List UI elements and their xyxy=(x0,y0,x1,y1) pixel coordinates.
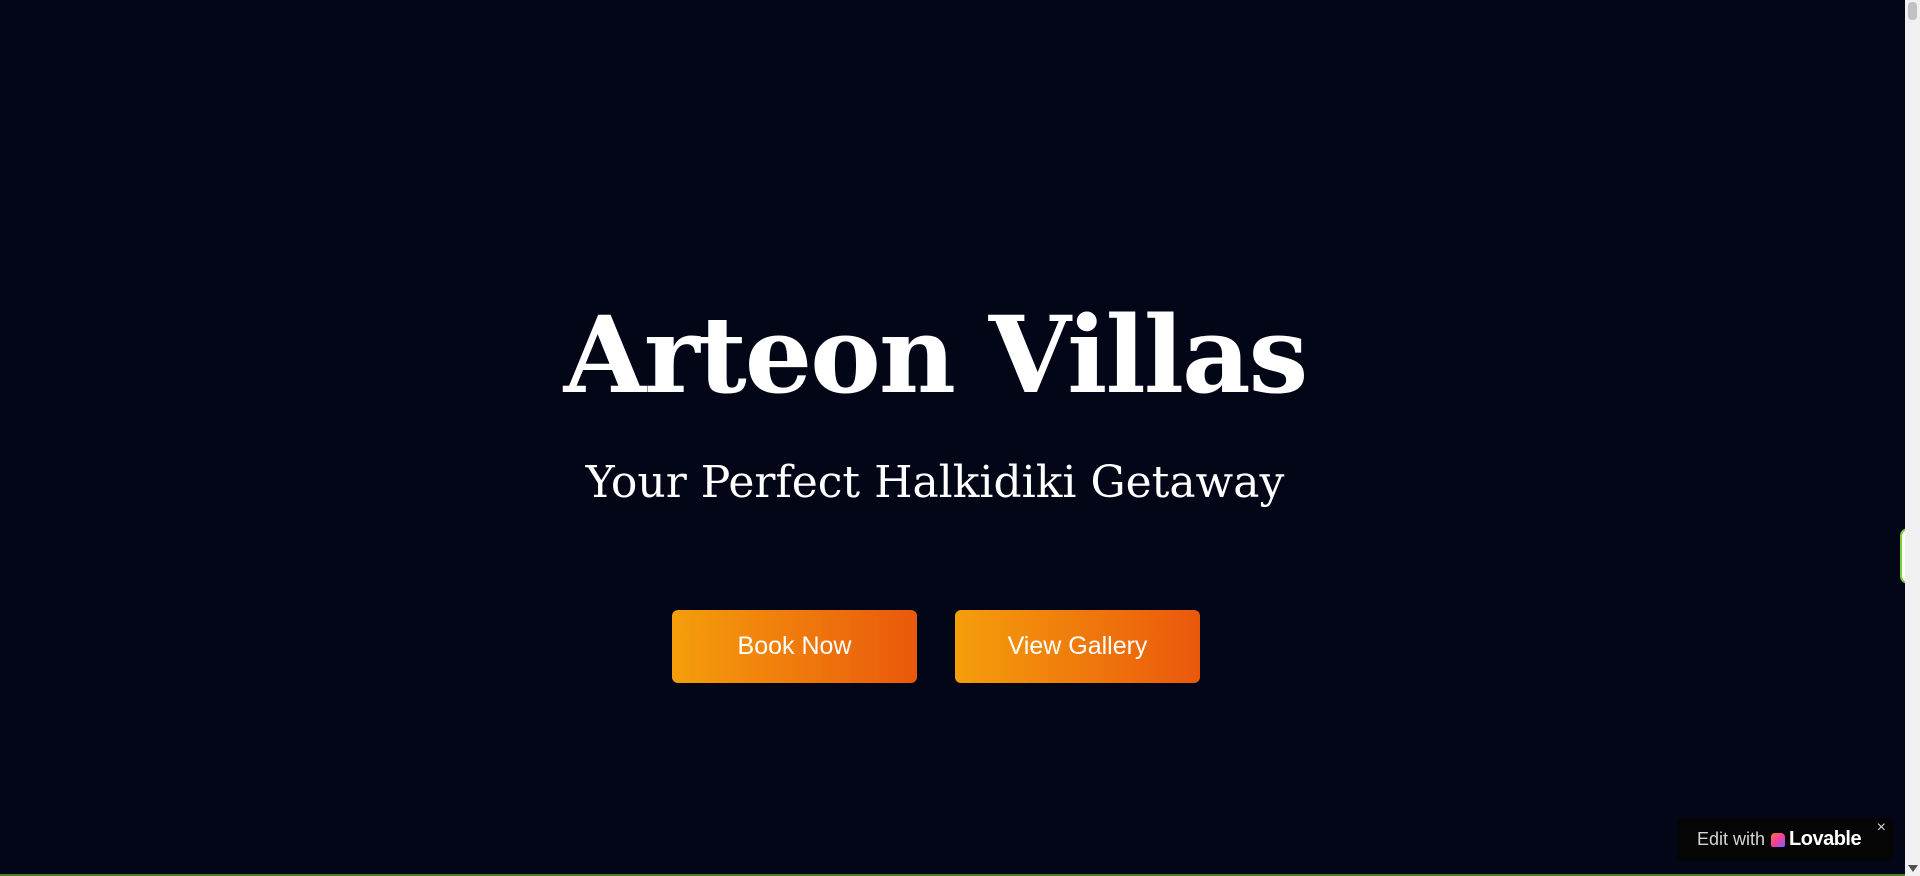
vertical-scrollbar[interactable] xyxy=(1905,0,1920,876)
view-gallery-button[interactable]: View Gallery xyxy=(955,610,1200,683)
badge-close-icon[interactable]: × xyxy=(1877,819,1886,837)
hero-section: Arteon Villas Your Perfect Halkidiki Get… xyxy=(0,0,1905,876)
scroll-down-arrow-icon[interactable] xyxy=(1908,865,1918,872)
hero-title: Arteon Villas xyxy=(563,292,1309,417)
book-now-button[interactable]: Book Now xyxy=(672,610,917,683)
hero-subtitle: Your Perfect Halkidiki Getaway xyxy=(585,457,1285,508)
edit-with-lovable-badge[interactable]: Edit with Lovable × xyxy=(1677,818,1894,861)
lovable-heart-icon xyxy=(1771,832,1786,847)
scrollbar-thumb[interactable] xyxy=(1908,2,1917,20)
badge-brand: Lovable xyxy=(1789,828,1862,850)
badge-edit-text: Edit with xyxy=(1697,829,1766,849)
